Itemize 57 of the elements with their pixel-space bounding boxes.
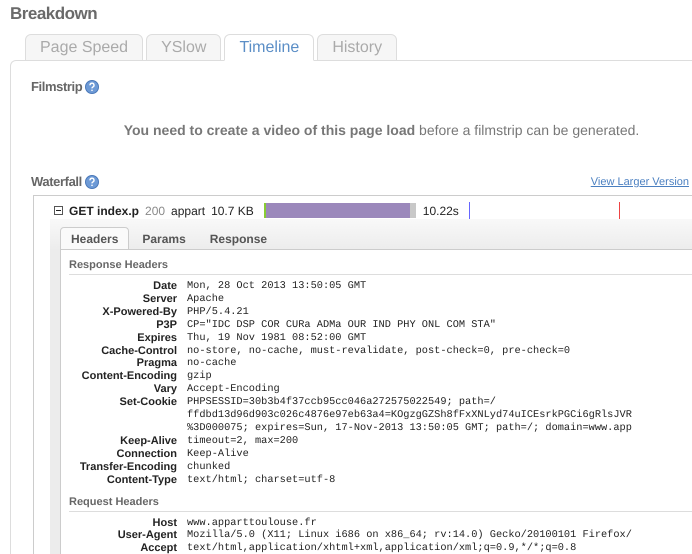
- header-name: Transfer-Encoding: [78, 460, 177, 474]
- page-load-marker: [618, 202, 620, 219]
- header-name: Host: [152, 516, 177, 530]
- request-domain: appart: [171, 204, 206, 218]
- request-time: 10.22s: [422, 204, 459, 218]
- tab[interactable]: Timeline: [224, 34, 314, 61]
- header-value: gzip: [187, 370, 213, 384]
- header-name: Keep-Alive: [119, 434, 177, 448]
- detail-tab[interactable]: Headers: [60, 227, 130, 249]
- header-value: text/html,application/xhtml+xml,application/xml;q=0.9,*/*;q=0.8: [187, 542, 578, 554]
- header-name: Accept: [139, 542, 177, 554]
- header-name: Expires: [136, 332, 177, 345]
- header-value: Apache: [187, 292, 226, 306]
- header-name: User-Agent: [116, 529, 177, 542]
- header-value: timeout=2, max=200: [187, 434, 300, 448]
- header-name: Pragma: [136, 357, 177, 370]
- header-name: Cache-Control: [100, 344, 177, 358]
- collapse-icon[interactable]: [54, 206, 63, 215]
- header-value: Accept-Encoding: [187, 383, 281, 396]
- header-value: text/html; charset=utf-8: [187, 474, 336, 486]
- detail-tab[interactable]: Params: [131, 227, 197, 249]
- header-value: Thu, 19 Nov 1981 08:52:00 GMT: [187, 332, 368, 345]
- header-name: Content-Type: [106, 474, 177, 486]
- header-value: Mon, 28 Oct 2013 13:50:05 GMT: [187, 280, 368, 293]
- request-size: 10.7 KB: [211, 204, 254, 218]
- tab[interactable]: Page Speed: [25, 34, 144, 61]
- header-name: Vary: [152, 383, 177, 396]
- headers-title: Request Headers: [69, 492, 692, 512]
- header-name: X-Powered-By: [101, 306, 177, 319]
- header-name: P3P: [155, 318, 177, 332]
- view-larger-link[interactable]: View Larger Version: [590, 176, 689, 188]
- tab[interactable]: History: [317, 34, 398, 61]
- header-name: Set-Cookie: [118, 396, 177, 410]
- header-value: chunked: [187, 460, 232, 474]
- header-value: PHP/5.4.21: [187, 306, 250, 319]
- help-icon[interactable]: [85, 80, 100, 94]
- header-name: Connection: [116, 448, 177, 461]
- header-name: Date: [152, 280, 177, 293]
- section-title: Waterfall: [31, 174, 82, 189]
- detail-tab[interactable]: Response: [198, 227, 278, 249]
- help-icon[interactable]: [84, 174, 99, 188]
- header-value: no-cache: [187, 357, 238, 370]
- header-value: Mozilla/5.0 (X11; Linux i686 on x86_64; rv:14.0) Gecko/20100101 Firefox/: [187, 529, 633, 542]
- dom-loaded-marker: [468, 202, 470, 219]
- page-title: Breakdown: [10, 4, 98, 25]
- header-name: Server: [142, 292, 177, 306]
- tab[interactable]: YSlow: [146, 34, 222, 61]
- header-value: Keep-Alive: [187, 448, 250, 461]
- header-value: www.apparttoulouse.fr: [187, 516, 318, 530]
- headers-title: Response Headers: [69, 256, 692, 275]
- section-title: Filmstrip: [31, 79, 82, 94]
- header-value: no-store, no-cache, must-revalidate, post-check=0, pre-check=0: [187, 344, 572, 358]
- filmstrip-message: You need to create a video of this page load before a filmstrip can be generated.: [122, 122, 640, 138]
- status-code: 200: [145, 204, 166, 218]
- request-name: GET index.p: [69, 204, 140, 218]
- header-name: Content-Encoding: [80, 370, 177, 384]
- header-value: CP="IDC DSP COR CURa ADMa OUR IND PHY ONL COM STA": [187, 318, 497, 332]
